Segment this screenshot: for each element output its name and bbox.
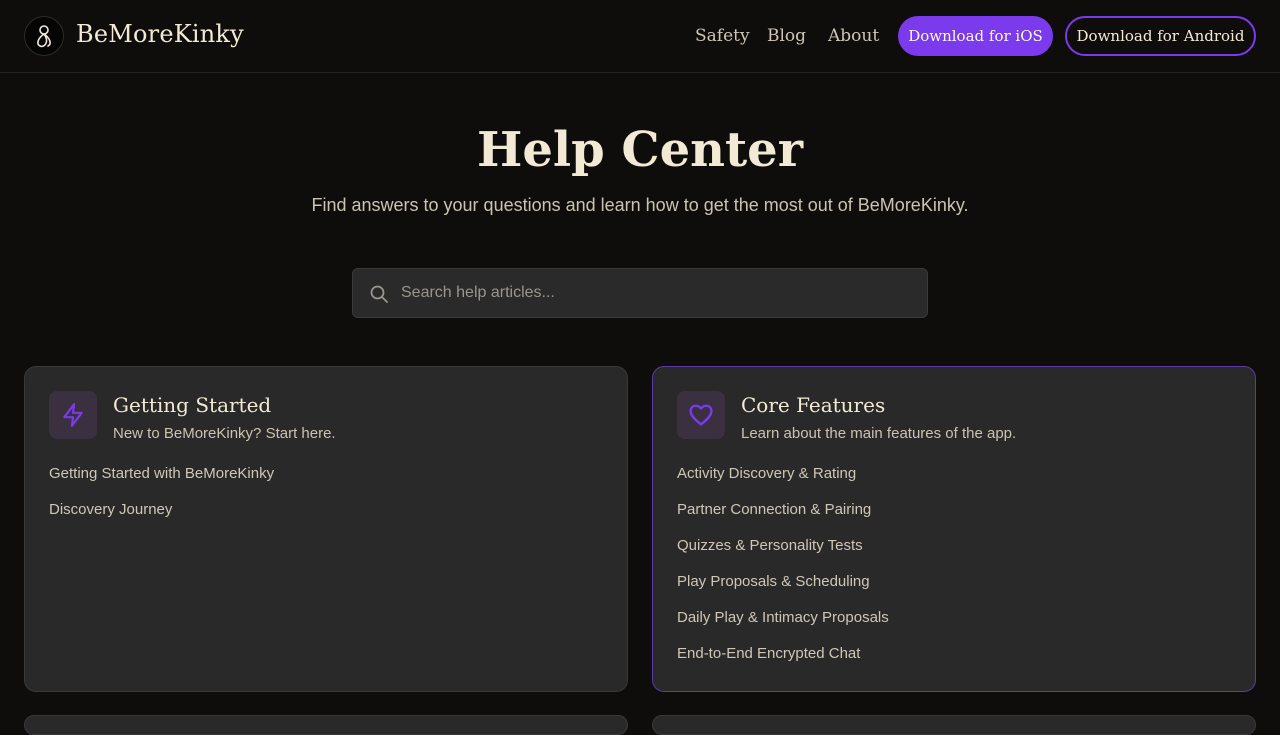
nav-link-blog[interactable]: Blog (767, 26, 806, 46)
download-android-button[interactable]: Download for Android (1065, 16, 1256, 56)
lightning-icon (49, 391, 97, 439)
category-card-core-features[interactable]: Core Features Learn about the main featu… (652, 366, 1256, 692)
category-card-peek (652, 715, 1256, 735)
article-link[interactable]: Activity Discovery & Rating (677, 465, 889, 501)
article-link[interactable]: Partner Connection & Pairing (677, 501, 889, 537)
article-link[interactable]: End-to-End Encrypted Chat (677, 645, 889, 681)
download-ios-button[interactable]: Download for iOS (898, 16, 1053, 56)
article-link[interactable]: Play Proposals & Scheduling (677, 573, 889, 609)
page-subtitle: Find answers to your questions and learn… (311, 195, 969, 215)
category-description: New to BeMoreKinky? Start here. (113, 425, 336, 442)
article-link[interactable]: Daily Play & Intimacy Proposals (677, 609, 889, 645)
category-title: Core Features (741, 393, 886, 417)
article-list: Getting Started with BeMoreKinky Discove… (49, 465, 274, 537)
article-link[interactable]: Discovery Journey (49, 501, 274, 537)
article-link[interactable]: Getting Started with BeMoreKinky (49, 465, 274, 501)
category-card-peek (24, 715, 628, 735)
site-header: BeMoreKinky Safety Blog About Download f… (0, 0, 1280, 73)
article-list: Activity Discovery & Rating Partner Conn… (677, 465, 889, 681)
article-link[interactable]: Quizzes & Personality Tests (677, 537, 889, 573)
nav-link-safety[interactable]: Safety (695, 26, 750, 46)
category-title: Getting Started (113, 393, 272, 417)
page-title: Help Center (476, 122, 804, 178)
search-icon (370, 285, 388, 303)
nav-link-about[interactable]: About (828, 26, 879, 46)
logo-icon[interactable] (24, 16, 64, 56)
search-box (352, 268, 928, 318)
heart-icon (677, 391, 725, 439)
brand-name[interactable]: BeMoreKinky (76, 20, 244, 48)
search-input[interactable] (401, 269, 921, 317)
category-card-getting-started[interactable]: Getting Started New to BeMoreKinky? Star… (24, 366, 628, 692)
category-description: Learn about the main features of the app… (741, 425, 1017, 442)
